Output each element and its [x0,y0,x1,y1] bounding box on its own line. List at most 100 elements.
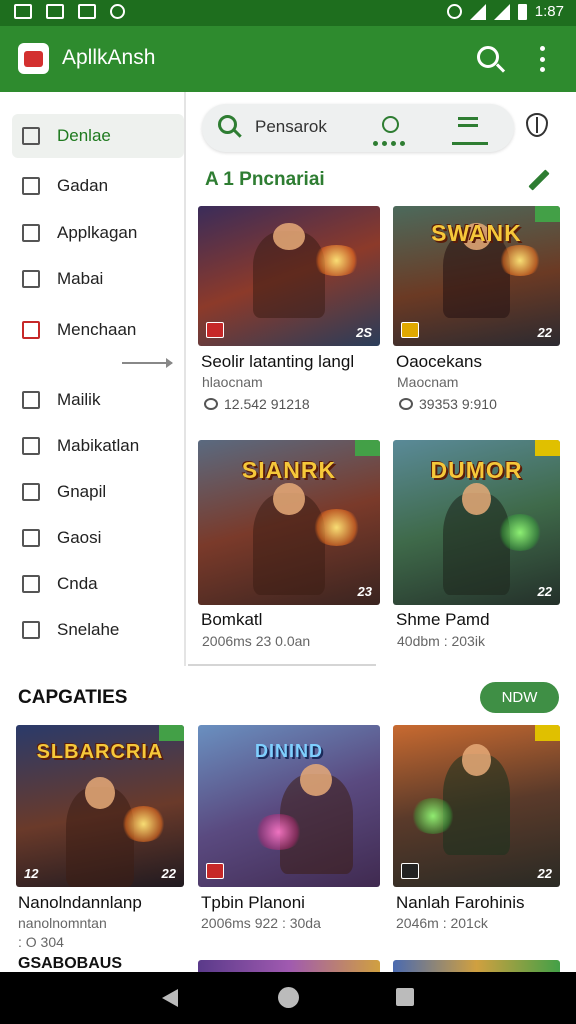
panel-divider [188,664,376,666]
app-bar: ApllkAnsh [0,26,576,92]
drawer-item-0[interactable]: Denlae [12,114,184,158]
app-logo-icon [18,43,49,74]
game-title: Seolir latanting langl [201,352,355,371]
section-label: GSABOBAUS [18,955,123,972]
edit-pencil-icon[interactable] [528,169,550,191]
game-thumbnail-peek [393,960,560,972]
corner-badge [535,725,560,741]
game-logo-text: SIANRK [241,456,337,483]
arrow-icon [122,358,173,368]
drawer-item-label: Gadan [57,176,109,195]
age-rating-label: 22 [537,584,552,599]
gallery-icon [78,4,96,19]
game-meta: 39353 9:910 [399,396,497,412]
game-title: Nanlah Farohinis [396,893,525,912]
game-thumbnail: SWANK 22 [393,206,560,346]
loading-dots-icon [373,141,405,146]
new-button[interactable]: NDW [480,682,559,713]
drawer-item-1[interactable]: Gadan [12,164,184,208]
more-options-icon[interactable] [538,46,546,72]
drawer-item-label: Mabai [57,269,104,288]
game-meta: 2006ms 922 : 30da [201,915,321,931]
signal-icon [469,3,486,20]
game-title: Shme Pamd [396,610,490,629]
drawer-item-4[interactable]: Menchaan [12,308,184,352]
status-bar: 1:87 [0,0,576,26]
rating-badge [206,863,224,879]
drawer-item-label: Denlae [57,126,111,145]
rating-badge [401,863,419,879]
battery-icon [517,3,527,20]
game-logo-text: DUMOR [430,456,523,483]
alarm-icon [446,4,462,19]
rating-badge [401,322,419,338]
drawer-item-9[interactable]: Cnda [12,562,184,606]
game-title: Nanolndannlanp [18,893,142,912]
game-meta: 2006ms 23 0.0an [202,633,311,649]
game-logo-text: SWANK [431,220,522,246]
drawer-item-label: Applkagan [57,223,138,242]
image-icon [46,4,64,19]
corner-badge [535,440,560,456]
section-title: A 1 Pncnariai [205,169,325,190]
signal-icon-2 [493,3,510,20]
comment-icon [204,398,218,410]
drawer-item-label: Mailik [57,390,101,409]
categories-title: CAPGATIES [18,687,128,708]
drawer-item-7[interactable]: Gnapil [12,470,184,514]
age-rating-label: 22 [537,866,552,881]
age-rating-label: 12 [24,866,39,881]
search-icon [218,115,237,134]
drawer-item-5[interactable]: Mailik [12,378,184,422]
drawer-item-label: Gaosi [57,528,102,547]
navigation-drawer: Denlae Gadan Applkagan Mabai Menchaan Ma… [0,92,186,666]
voice-search-icon[interactable] [382,116,399,133]
drawer-item-label: Gnapil [57,482,107,501]
app-title: ApllkAnsh [62,46,156,69]
game-thumbnail: SLBARCRIA 12 22 [16,725,184,887]
filter-icon[interactable] [458,117,478,133]
drawer-item-6[interactable]: Mabikatlan [12,424,184,468]
age-rating-label: 23 [357,584,372,599]
shield-icon[interactable] [526,113,548,137]
status-time: 1:87 [534,3,564,20]
game-thumbnail: 2S [198,206,380,346]
age-rating-label: 22 [161,866,176,881]
drawer-item-label: Cnda [57,574,98,593]
game-meta: : O 304 [18,934,64,950]
back-icon [22,575,40,593]
drawer-item-2[interactable]: Applkagan [12,211,184,255]
location-icon [110,4,125,19]
search-bar[interactable]: Pensarok [202,104,514,152]
apps-icon [22,224,40,242]
home-icon [22,127,40,145]
search-input[interactable]: Pensarok [255,117,327,137]
comment-icon [399,398,413,410]
game-title: Bomkatl [201,610,263,629]
game-thumbnail: SIANRK 23 [198,440,380,605]
recents-icon[interactable] [396,988,414,1006]
game-title: Tpbin Planoni [201,893,305,912]
drawer-item-label: Snelahe [57,620,120,639]
search-icon[interactable] [477,46,499,68]
game-meta: 2046m : 201ck [396,915,488,931]
drawer-item-10[interactable]: Snelahe [12,608,184,652]
drawer-item-label: Menchaan [57,320,137,339]
window-icon [22,437,40,455]
game-meta: 40dbm : 203ik [397,633,485,649]
home-icon[interactable] [278,987,299,1008]
corner-badge [159,725,184,741]
drawer-item-3[interactable]: Mabai [12,257,184,301]
game-subtitle: hlaocnam [202,374,263,390]
game-subtitle: Maocnam [397,374,459,390]
game-logo-text: DININD [254,741,323,762]
age-rating-label: 22 [537,325,552,340]
game-title: Oaocekans [396,352,482,371]
rating-badge [206,322,224,338]
back-icon[interactable] [162,989,178,1007]
game-thumbnail-peek [198,960,380,972]
check-icon [22,483,40,501]
notification-icon [14,4,32,19]
drawer-item-8[interactable]: Gaosi [12,516,184,560]
corner-badge [355,440,380,456]
